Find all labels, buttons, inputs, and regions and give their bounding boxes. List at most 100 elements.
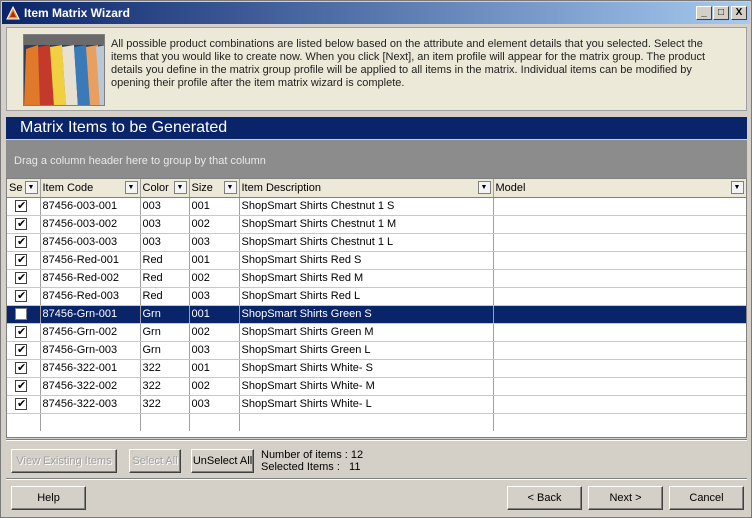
row-select-checkbox[interactable] (15, 325, 27, 339)
next-button[interactable]: Next > (588, 486, 663, 510)
column-header-select[interactable]: Se ▼ (7, 179, 41, 198)
table-row[interactable]: 87456-Grn-001 Grn 001 ShopSmart Shirts Gree… (7, 305, 746, 324)
table-row[interactable]: 87456-Red-001Red001ShopSmart Shirts Red … (7, 251, 746, 270)
item-description-cell[interactable]: ShopSmart Shirts Red M (239, 269, 494, 288)
item-description-cell[interactable]: ShopSmart Shirts Green S (239, 305, 494, 324)
item-code-cell[interactable]: 87456-Red-003 (40, 287, 141, 306)
size-cell[interactable]: 001 (189, 359, 240, 378)
table-row[interactable]: 87456-003-003003003ShopSmart Shirts Ches… (7, 233, 746, 252)
size-cell[interactable]: 002 (189, 269, 240, 288)
color-cell[interactable]: 322 (140, 377, 190, 396)
item-description-cell[interactable]: ShopSmart Shirts Chestnut 1 M (239, 215, 494, 234)
filter-dropdown-icon[interactable]: ▼ (24, 181, 38, 194)
column-header-size[interactable]: Size ▼ (189, 179, 240, 198)
help-button[interactable]: Help (11, 486, 86, 510)
row-select-checkbox[interactable] (15, 217, 27, 231)
item-description-cell[interactable]: ShopSmart Shirts Chestnut 1 L (239, 233, 494, 252)
model-cell[interactable] (493, 233, 746, 252)
table-row[interactable]: 87456-322-002322002ShopSmart Shirts Whit… (7, 377, 746, 396)
model-cell[interactable] (493, 323, 746, 342)
view-existing-items-button[interactable]: View Existing Items (11, 449, 117, 473)
item-code-cell[interactable]: 87456-322-003 (40, 395, 141, 414)
close-button[interactable]: X (731, 6, 747, 20)
item-code-cell[interactable]: 87456-Red-002 (40, 269, 141, 288)
column-header-item-description[interactable]: Item Description ▼ (239, 179, 494, 198)
table-row[interactable]: 87456-Grn-003Grn003ShopSmart Shirts Gree… (7, 341, 746, 360)
size-cell[interactable]: 002 (189, 215, 240, 234)
size-cell[interactable]: 002 (189, 323, 240, 342)
size-cell[interactable]: 003 (189, 233, 240, 252)
maximize-button[interactable]: □ (713, 6, 729, 20)
item-description-cell[interactable]: ShopSmart Shirts White- S (239, 359, 494, 378)
item-description-cell[interactable]: ShopSmart Shirts Green L (239, 341, 494, 360)
model-cell[interactable] (493, 395, 746, 414)
group-by-area[interactable]: Drag a column header here to group by th… (6, 140, 747, 178)
item-code-cell[interactable]: 87456-Grn-003 (40, 341, 141, 360)
size-cell[interactable]: 003 (189, 341, 240, 360)
filter-dropdown-icon[interactable]: ▼ (477, 181, 491, 194)
size-cell[interactable]: 001 (189, 251, 240, 270)
table-row[interactable]: 87456-003-001003001ShopSmart Shirts Ches… (7, 197, 746, 216)
item-code-cell[interactable]: 87456-322-001 (40, 359, 141, 378)
model-cell[interactable] (493, 377, 746, 396)
size-cell[interactable]: 001 (189, 305, 240, 324)
filter-dropdown-icon[interactable]: ▼ (173, 181, 187, 194)
unselect-all-button[interactable]: UnSelect All (191, 449, 254, 473)
color-cell[interactable]: 003 (140, 215, 190, 234)
column-header-item-code[interactable]: Item Code ▼ (40, 179, 141, 198)
size-cell[interactable]: 003 (189, 395, 240, 414)
model-cell[interactable] (493, 197, 746, 216)
select-all-button[interactable]: Select All (129, 449, 181, 473)
model-cell[interactable] (493, 215, 746, 234)
table-row[interactable]: 87456-322-003322003ShopSmart Shirts Whit… (7, 395, 746, 414)
back-button[interactable]: < Back (507, 486, 582, 510)
table-row[interactable]: 87456-003-002003002ShopSmart Shirts Ches… (7, 215, 746, 234)
color-cell[interactable]: Red (140, 251, 190, 270)
item-code-cell[interactable]: 87456-Grn-001 (40, 305, 141, 324)
row-select-checkbox[interactable] (15, 199, 27, 213)
color-cell[interactable]: Grn (140, 323, 190, 342)
row-select-checkbox[interactable] (15, 308, 27, 321)
color-cell[interactable]: Red (140, 269, 190, 288)
row-select-checkbox[interactable] (15, 271, 27, 285)
item-code-cell[interactable]: 87456-322-002 (40, 377, 141, 396)
item-code-cell[interactable]: 87456-003-001 (40, 197, 141, 216)
model-cell[interactable] (493, 359, 746, 378)
model-cell[interactable] (493, 341, 746, 360)
item-description-cell[interactable]: ShopSmart Shirts Green M (239, 323, 494, 342)
color-cell[interactable]: 322 (140, 359, 190, 378)
row-select-checkbox[interactable] (15, 289, 27, 303)
row-select-checkbox[interactable] (15, 343, 27, 357)
size-cell[interactable]: 003 (189, 287, 240, 306)
color-cell[interactable]: 003 (140, 233, 190, 252)
size-cell[interactable]: 002 (189, 377, 240, 396)
column-header-model[interactable]: Model ▼ (493, 179, 746, 198)
model-cell[interactable] (493, 287, 746, 306)
item-code-cell[interactable]: 87456-003-002 (40, 215, 141, 234)
color-cell[interactable]: 003 (140, 197, 190, 216)
filter-dropdown-icon[interactable]: ▼ (124, 181, 138, 194)
filter-dropdown-icon[interactable]: ▼ (223, 181, 237, 194)
minimize-button[interactable]: _ (696, 6, 712, 20)
table-row[interactable]: 87456-Red-002Red002ShopSmart Shirts Red … (7, 269, 746, 288)
item-description-cell[interactable]: ShopSmart Shirts Red L (239, 287, 494, 306)
item-code-cell[interactable]: 87456-Red-001 (40, 251, 141, 270)
table-row[interactable]: 87456-Grn-002Grn002ShopSmart Shirts Gree… (7, 323, 746, 342)
row-select-checkbox[interactable] (15, 379, 27, 393)
color-cell[interactable]: 322 (140, 395, 190, 414)
item-description-cell[interactable]: ShopSmart Shirts White- M (239, 377, 494, 396)
filter-dropdown-icon[interactable]: ▼ (730, 181, 744, 194)
item-description-cell[interactable]: ShopSmart Shirts White- L (239, 395, 494, 414)
row-select-checkbox[interactable] (15, 253, 27, 267)
table-row[interactable]: 87456-322-001322001ShopSmart Shirts Whit… (7, 359, 746, 378)
row-select-checkbox[interactable] (15, 397, 27, 411)
row-select-checkbox[interactable] (15, 235, 27, 249)
color-cell[interactable]: Grn (140, 341, 190, 360)
model-cell[interactable] (493, 305, 746, 324)
model-cell[interactable] (493, 251, 746, 270)
item-code-cell[interactable]: 87456-003-003 (40, 233, 141, 252)
item-code-cell[interactable]: 87456-Grn-002 (40, 323, 141, 342)
cancel-button[interactable]: Cancel (669, 486, 744, 510)
column-header-color[interactable]: Color ▼ (140, 179, 190, 198)
color-cell[interactable]: Grn (140, 305, 190, 324)
